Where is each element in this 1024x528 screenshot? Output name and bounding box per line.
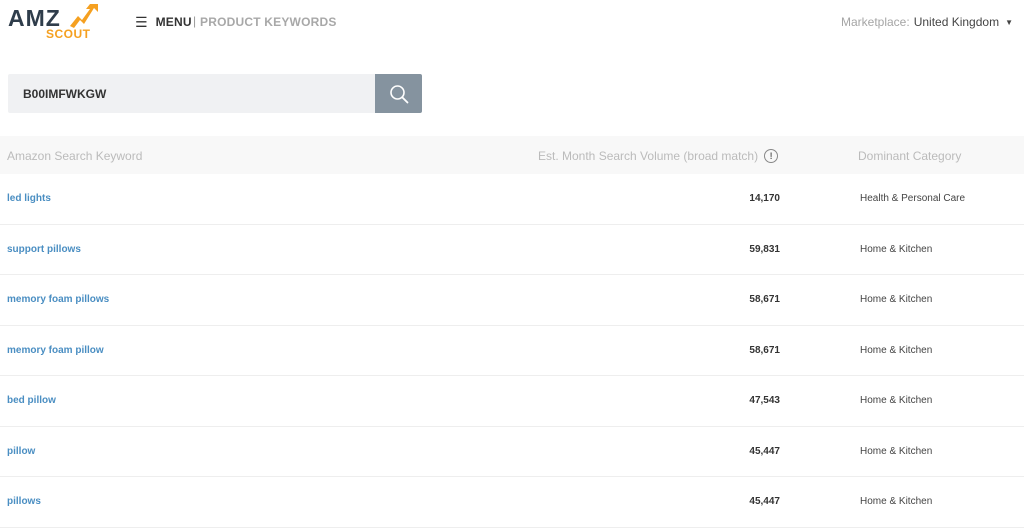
dominant-category: Home & Kitchen: [860, 445, 933, 457]
keyword-link[interactable]: memory foam pillow: [7, 345, 104, 356]
caret-down-icon: ▼: [1005, 17, 1013, 27]
search-icon: [389, 84, 408, 103]
search-volume: 45,447: [749, 445, 780, 457]
search-volume: 58,671: [749, 294, 780, 305]
dominant-category: Home & Kitchen: [860, 496, 933, 507]
search-volume: 47,543: [749, 395, 780, 406]
table-row: pillows 45,447 Home & Kitchen: [0, 477, 1024, 528]
keywords-table: Amazon Search Keyword Est. Month Search …: [0, 136, 1024, 528]
info-icon[interactable]: !: [764, 149, 779, 163]
search-volume: 58,671: [749, 344, 780, 356]
search-bar: [8, 74, 422, 113]
breadcrumb-separator: |: [193, 14, 197, 28]
search-volume: 59,831: [749, 243, 780, 255]
menu-label: MENU: [155, 15, 192, 29]
breadcrumb-current: PRODUCT KEYWORDS: [200, 15, 337, 29]
column-header-category: Dominant Category: [858, 149, 962, 163]
keyword-link[interactable]: support pillows: [7, 244, 81, 255]
dominant-category: Home & Kitchen: [860, 294, 933, 305]
column-header-volume: Est. Month Search Volume (broad match) !: [538, 149, 779, 163]
hamburger-icon: ☰: [135, 14, 148, 30]
keyword-link[interactable]: pillow: [7, 446, 35, 457]
table-row: support pillows 59,831 Home & Kitchen: [0, 225, 1024, 275]
search-volume: 14,170: [749, 193, 780, 204]
search-input[interactable]: [8, 74, 375, 113]
table-row: memory foam pillow 58,671 Home & Kitchen: [0, 326, 1024, 376]
dominant-category: Home & Kitchen: [860, 243, 933, 255]
table-row: memory foam pillows 58,671 Home & Kitchen: [0, 275, 1024, 326]
table-row: pillow 45,447 Home & Kitchen: [0, 427, 1024, 477]
top-bar: AMZ SCOUT ☰ MENU | PRODUCT KEYWORDS Mark…: [0, 0, 1024, 50]
keyword-link[interactable]: memory foam pillows: [7, 294, 109, 305]
dominant-category: Home & Kitchen: [860, 395, 933, 406]
table-row: led lights 14,170 Health & Personal Care: [0, 174, 1024, 225]
column-header-volume-label: Est. Month Search Volume (broad match): [538, 149, 759, 163]
column-header-keyword: Amazon Search Keyword: [7, 149, 143, 163]
dominant-category: Health & Personal Care: [860, 193, 966, 204]
search-button[interactable]: [375, 74, 422, 113]
marketplace-selector[interactable]: Marketplace: United Kingdom ▼: [841, 15, 1013, 29]
logo-text-scout: SCOUT: [46, 27, 91, 41]
keyword-link[interactable]: pillows: [7, 496, 41, 507]
keyword-link[interactable]: bed pillow: [7, 395, 56, 406]
amzscout-logo[interactable]: AMZ SCOUT: [8, 4, 108, 44]
search-volume: 45,447: [749, 496, 780, 507]
dominant-category: Home & Kitchen: [860, 344, 933, 356]
table-header: Amazon Search Keyword Est. Month Search …: [0, 136, 1024, 174]
table-body: led lights 14,170 Health & Personal Care su…: [0, 174, 1024, 528]
table-row: bed pillow 47,543 Home & Kitchen: [0, 376, 1024, 427]
marketplace-value: United Kingdom: [913, 15, 1000, 29]
keyword-link[interactable]: led lights: [7, 193, 51, 204]
menu-button[interactable]: ☰ MENU: [135, 13, 192, 31]
marketplace-label: Marketplace:: [840, 15, 910, 29]
